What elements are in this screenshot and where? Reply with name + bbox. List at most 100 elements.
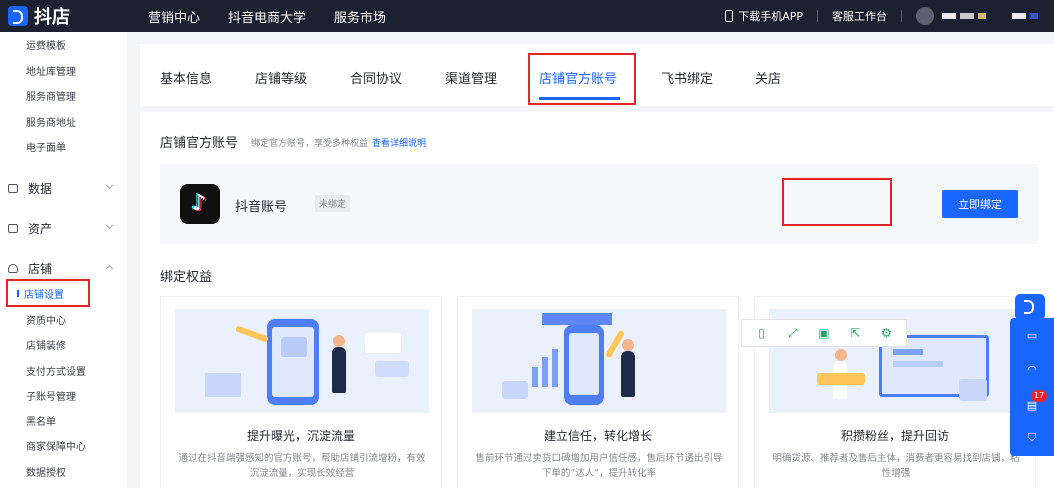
shield-icon[interactable]: ⛉ [1024,430,1040,446]
topnav-service-market[interactable]: 服务市场 [334,7,386,26]
chart-bar-illustration [552,349,558,387]
sidebar-item-shop-settings[interactable]: 店铺设置 [6,279,90,307]
assistant-logo-icon[interactable] [1015,294,1045,320]
benefit-illustration [472,309,726,413]
headset-icon[interactable]: ◠ [1024,362,1040,378]
person-illustration [332,347,346,393]
sidebar-item-blacklist[interactable]: 黑名单 [26,413,56,428]
phone-icon [725,10,734,22]
benefit-card-title: 提升曝光，沉淀流量 [246,429,355,443]
sidebar-group-shop[interactable]: 店铺 [8,260,114,277]
sidebar-group-label: 数据 [28,182,53,196]
sidebar-item-provider-address[interactable]: 服务商地址 [26,114,76,129]
chevron-down-icon [105,221,114,230]
settings-gear-icon[interactable]: ⚙ [878,325,894,341]
sidebar-item-merchant-guarantee[interactable]: 商家保障中心 [26,438,86,453]
section-description: 绑定官方账号，享受多种权益 查看详细说明 [251,136,426,149]
sidebar-item-service-provider[interactable]: 服务商管理 [26,88,76,103]
benefit-card: 提升曝光，沉淀流量 通过在抖音端强感知的官方账号，帮助店铺引流增粉，有效沉淀流量… [160,296,442,488]
user-avatar[interactable] [916,7,934,25]
sidebar-item-data-authorization[interactable]: 数据授权 [26,464,66,479]
benefit-card-title: 积攒粉丝，提升回访 [840,429,949,443]
share-icon[interactable]: ⇱ [847,325,863,341]
sidebar-item-e-waybill[interactable]: 电子面单 [26,139,66,154]
wallet-icon [8,224,18,233]
chat-bubble-illustration [375,361,409,377]
top-navigation-bar: 抖店 营销中心 抖音电商大学 服务市场 下载手机APP 客服工作台 [0,0,1054,32]
logo-text: 抖店 [34,7,70,28]
fullscreen-icon[interactable]: ⤢ [785,325,801,341]
masked-user-info [1030,13,1038,19]
chevron-down-icon [105,181,114,190]
chart-bar-illustration [532,367,538,387]
official-account-content: 店铺官方账号 绑定官方账号，享受多种权益 查看详细说明 ♪ 抖音账号 未绑定 绑定… [140,112,1054,488]
sidebar-active-label: 店铺设置 [24,289,64,301]
download-app-link[interactable]: 下载手机APP [738,8,803,24]
basket-illustration [502,381,528,399]
masked-user-info [978,13,986,19]
chat-bubble-illustration [365,333,401,353]
tab-contract[interactable]: 合同协议 [350,68,402,87]
benefit-card-title: 建立信任，转化增长 [543,429,652,443]
sidebar-item-address-library[interactable]: 地址库管理 [26,63,76,78]
sidebar-item-shop-decoration[interactable]: 店铺装修 [26,337,66,352]
service-desk-link[interactable]: 客服工作台 [832,8,887,24]
bind-button-highlight-frame [782,178,892,226]
floating-toolbar: ▯ ⤢ ▣ ⇱ ⚙ [741,319,907,347]
person-illustration [835,349,847,361]
tab-highlight-frame [528,53,636,105]
clipboard-icon[interactable]: ▯ [754,325,770,341]
benefit-card-desc: 明确货源、推荐者及售后主体，消费者更容易找到店铺，粘性增强 [772,453,1020,479]
laptop-illustration [205,373,241,397]
topnav-marketing-center[interactable]: 营销中心 [148,7,200,26]
sidebar-item-sub-account[interactable]: 子账号管理 [26,388,76,403]
box-illustration [959,379,987,401]
tab-close-shop[interactable]: 关店 [755,68,781,87]
chart-bar-illustration [542,357,548,387]
guide-book-icon[interactable]: ▭ [1024,328,1040,344]
account-binding-box: ♪ 抖音账号 未绑定 [160,164,1038,244]
person-illustration [333,335,345,347]
save-icon[interactable]: ▣ [816,325,832,341]
benefits-title: 绑定权益 [160,270,213,285]
person-illustration [621,351,635,397]
phone-illustration [267,319,319,405]
sidebar-group-label: 店铺 [28,262,53,276]
doudian-logo[interactable]: 抖店 [8,3,124,29]
tab-feishu-binding[interactable]: 飞书绑定 [661,68,713,87]
chart-icon [8,184,18,193]
tab-channel-management[interactable]: 渠道管理 [445,68,497,87]
shop-icon [8,264,18,273]
sidebar: 运费模板 地址库管理 服务商管理 服务商地址 电子面单 数据 资产 店铺 资质中… [0,32,128,488]
topnav-ecommerce-university[interactable]: 抖音电商大学 [228,7,306,26]
shop-awning-illustration [542,313,612,325]
bind-now-button[interactable]: 立即绑定 [942,190,1018,218]
sidebar-item-freight-template[interactable]: 运费模板 [26,37,66,52]
masked-user-info [960,13,974,19]
view-details-link[interactable]: 查看详细说明 [372,139,426,149]
masked-user-info [1012,13,1026,19]
sidebar-group-data[interactable]: 数据 [8,180,114,197]
section-title: 店铺官方账号 [160,136,239,151]
person-illustration [622,339,634,351]
benefit-card-desc: 通过在抖音端强感知的官方账号，帮助店铺引流增粉，有效沉淀流量，实现长效经营 [178,453,426,479]
sidebar-group-assets[interactable]: 资产 [8,220,114,237]
account-name: 抖音账号 [235,200,288,215]
section-desc-text: 绑定官方账号，享受多种权益 [251,139,369,149]
profile-card-illustration [281,337,307,357]
masked-user-info [942,13,956,19]
benefit-card: 建立信任，转化增长 售前环节通过卖货口碑增加用户信任感，售后环节透出引导下单的“… [457,296,739,488]
top-nav: 营销中心 抖音电商大学 服务市场 [148,7,414,26]
sidebar-item-payment-settings[interactable]: 支付方式设置 [26,363,86,378]
benefit-illustration [175,309,429,413]
message-count-badge: 17 [1031,390,1047,402]
top-divider [817,10,818,22]
phone-illustration [564,325,604,405]
pencil-illustration [234,325,270,343]
right-float-panel: ▭ ◠ ▤ ⛉ [1010,318,1054,456]
doudian-logo-icon [8,6,28,26]
tab-basic-info[interactable]: 基本信息 [160,68,212,87]
tab-shop-level[interactable]: 店铺等级 [255,68,307,87]
sidebar-group-label: 资产 [28,222,53,236]
sidebar-item-qualification[interactable]: 资质中心 [26,312,66,327]
